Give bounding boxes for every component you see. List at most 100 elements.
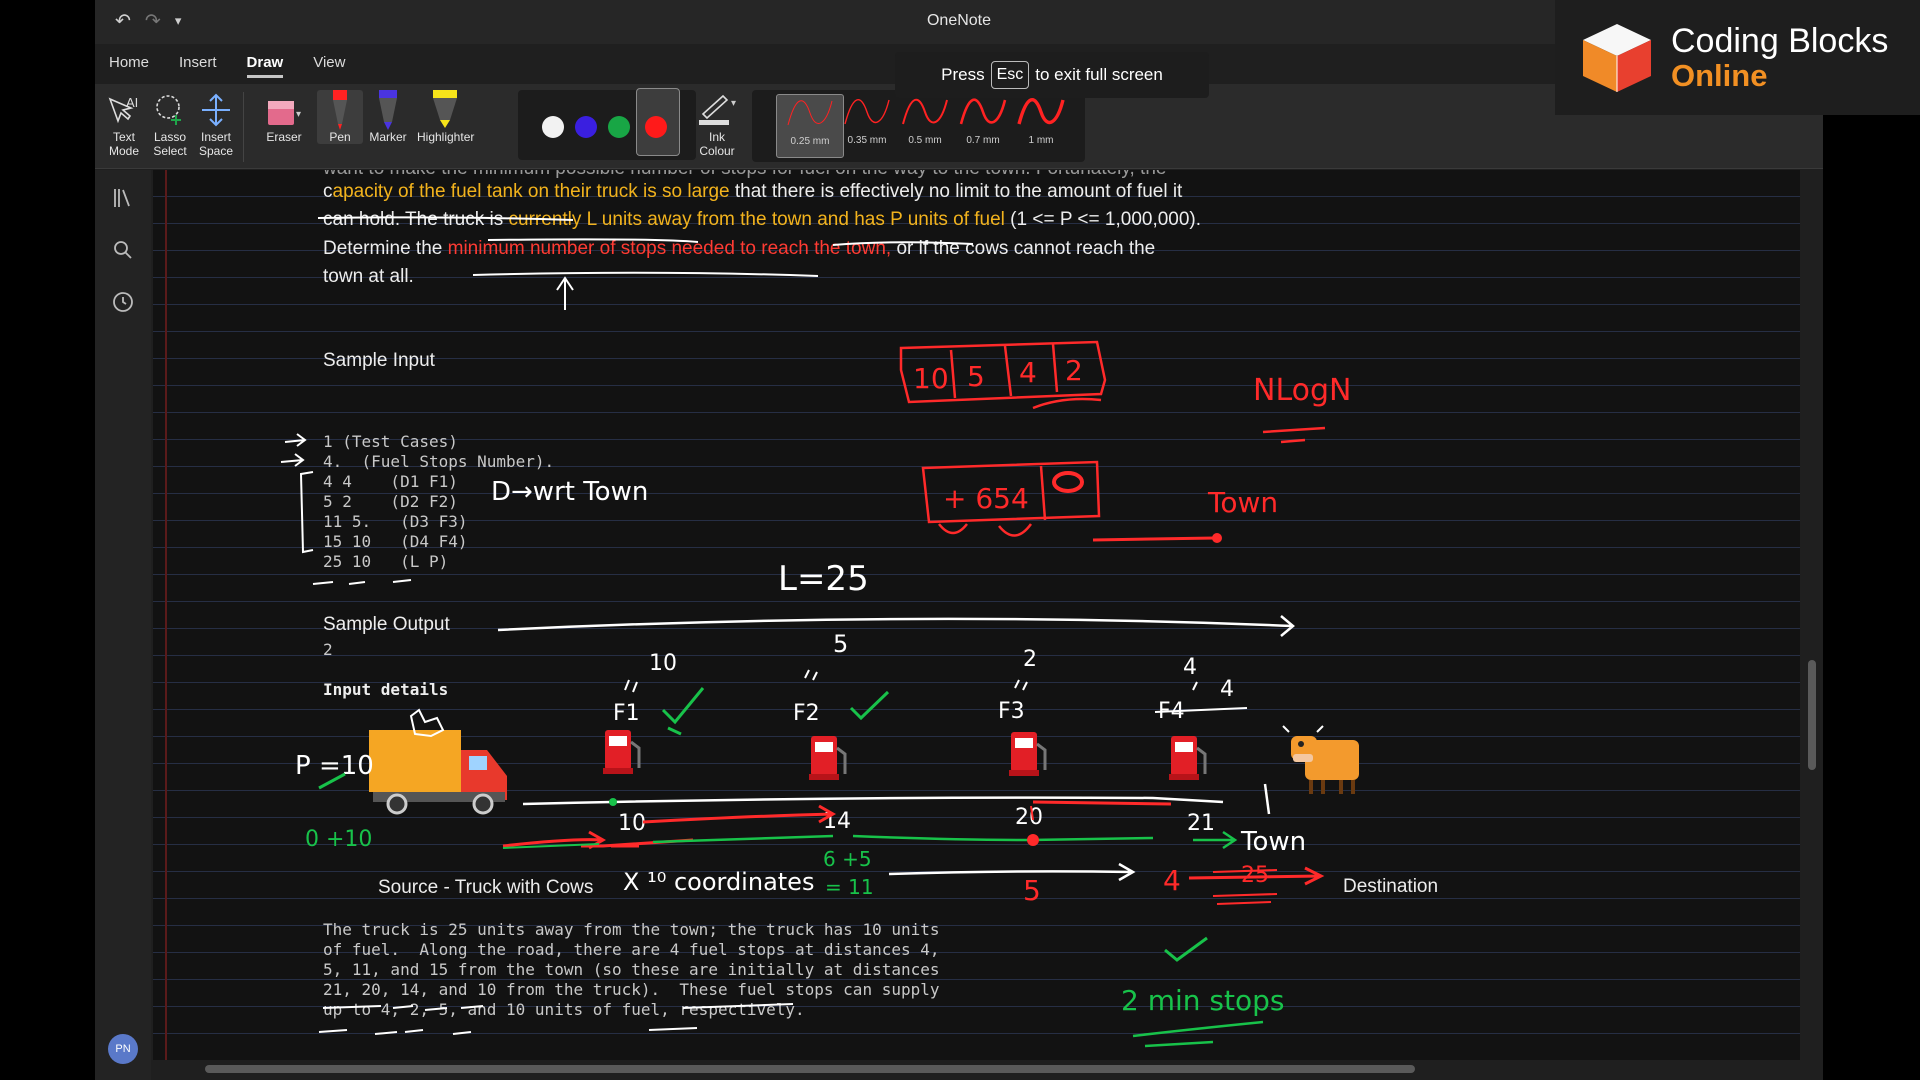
fuel-amount-label: 4 [1183,655,1197,680]
color-swatch-white[interactable] [542,116,564,138]
town-label: Town [1240,827,1306,857]
search-icon[interactable] [111,238,135,262]
fuel-pump-icon [1009,732,1047,776]
eraser-icon: ▾ [255,90,313,130]
heap-value: 5 [967,360,985,393]
lasso-select-label: Lasso Select [153,130,187,158]
distance-arrow [497,615,1295,637]
highlighter-label: Highlighter [417,130,475,144]
vertical-scrollbar[interactable] [1808,660,1816,770]
thickness-option[interactable]: 1 mm [1008,94,1074,156]
priority-queue-divider [1039,465,1047,521]
answer-note: 2 min stops [1121,984,1284,1017]
ink-red-number: 4 [1163,864,1181,897]
position-label: 20 [1015,805,1043,830]
notebooks-icon[interactable] [111,186,135,210]
ink-underline [487,238,699,243]
ink-arrow [556,276,574,310]
fuel-pump-icon [1169,736,1207,780]
brand-line-1: Coding Blocks [1671,22,1889,60]
color-swatch-red[interactable] [645,116,667,138]
fuel-stop-label: F3 [998,699,1025,724]
ink-colour-icon: ▾ [691,90,743,130]
horizontal-scrollbar[interactable] [205,1065,1415,1073]
fuel-calc-note: = 11 [825,875,874,899]
svg-text:AI: AI [126,95,138,110]
cube-logo-icon [1583,24,1651,92]
ink-underline [318,1027,698,1035]
town-dot [1212,533,1222,543]
thickness-option[interactable]: 0.5 mm [892,94,958,156]
left-navigation: PN [95,170,151,1080]
esc-key: Esc [990,61,1030,89]
tab-draw[interactable]: Draw [246,54,284,78]
text-mode-button[interactable]: AI Text Mode [101,90,147,158]
ribbon-tabs: Home Insert Draw View [109,54,345,78]
priority-queue-value: + 654 [943,482,1029,515]
marker-button[interactable]: Marker [365,90,411,144]
pen-icon [317,90,363,130]
ink-red-number: 5 [1023,874,1041,907]
svg-text:▾: ▾ [731,98,736,109]
ink-underline [1032,397,1102,410]
pen-label: Pen [329,130,351,144]
insert-space-button[interactable]: Insert Space [193,90,239,158]
tab-insert[interactable]: Insert [179,54,217,78]
thickness-option[interactable]: 0.35 mm [834,94,900,156]
coordinates-note: X ¹⁰ coordinates [623,868,814,896]
position-label: 21 [1187,811,1215,836]
ink-underline [472,271,819,277]
road-end [1263,783,1271,815]
ink-tick [624,669,1198,693]
fuel-amount-label: 5 [833,630,848,658]
text-mode-label: Text Mode [108,130,140,158]
ink-arrow [280,453,305,467]
stop-dot [609,798,617,806]
distance-label: L=25 [778,559,869,599]
thickness-option[interactable]: 0.7 mm [950,94,1016,156]
cow-icon [1282,725,1359,794]
lasso-select-button[interactable]: Lasso Select [147,90,193,158]
coding-blocks-logo: Coding Blocks Online [1555,0,1920,115]
pen-button[interactable]: Pen [317,90,363,144]
avatar[interactable]: PN [108,1034,138,1064]
heap-value: 4 [1019,356,1037,389]
travel-line-red [1032,800,1172,806]
recent-icon[interactable] [111,290,135,314]
eraser-label: Eraser [266,130,302,144]
ink-annotations: 10 5 4 2 NLogN + 654 Town D→wrt Town L=2… [280,216,1359,1048]
position-label: 10 [618,811,646,836]
color-swatch-blue[interactable] [575,116,597,138]
thickness-picker: 0.25 mm 0.35 mm 0.5 mm 0.7 mm 1 mm [752,90,1085,162]
fuel-amount-label: 10 [649,651,677,676]
ink-mark [938,523,1033,537]
highlighter-button[interactable]: Highlighter [417,90,475,144]
heap-value: 10 [913,362,949,395]
fuel-pump-icon [809,736,847,780]
ink-underline [1262,426,1326,444]
ink-arrow [284,433,307,447]
fuel-amount-label: 4 [1220,677,1234,702]
note-page[interactable]: want to make the minimum possible number… [153,170,1800,1060]
ink-underline [312,579,412,585]
fuel-calc-note: 6 +5 [823,847,872,871]
lasso-icon [147,90,193,130]
travel-arrow-red [642,804,837,824]
tab-home[interactable]: Home [109,54,149,78]
eraser-button[interactable]: ▾ Eraser [255,90,313,144]
brand-line-2: Online [1671,58,1768,93]
color-swatch-green[interactable] [608,116,630,138]
marker-icon [365,90,411,130]
fuel-calc-note: 0 +10 [305,827,372,852]
marker-label: Marker [369,130,407,144]
fuel-stop-label: F1 [613,701,640,726]
tab-view[interactable]: View [313,54,345,78]
insert-space-icon [193,90,239,130]
ink-mark [1052,471,1084,493]
ink-arrow [888,862,1136,882]
direction-note: D→wrt Town [491,477,648,507]
highlighter-icon [417,90,473,130]
check-icon [1164,936,1208,962]
stop-dot [1027,834,1039,846]
ink-colour-button[interactable]: ▾ Ink Colour [691,90,743,158]
